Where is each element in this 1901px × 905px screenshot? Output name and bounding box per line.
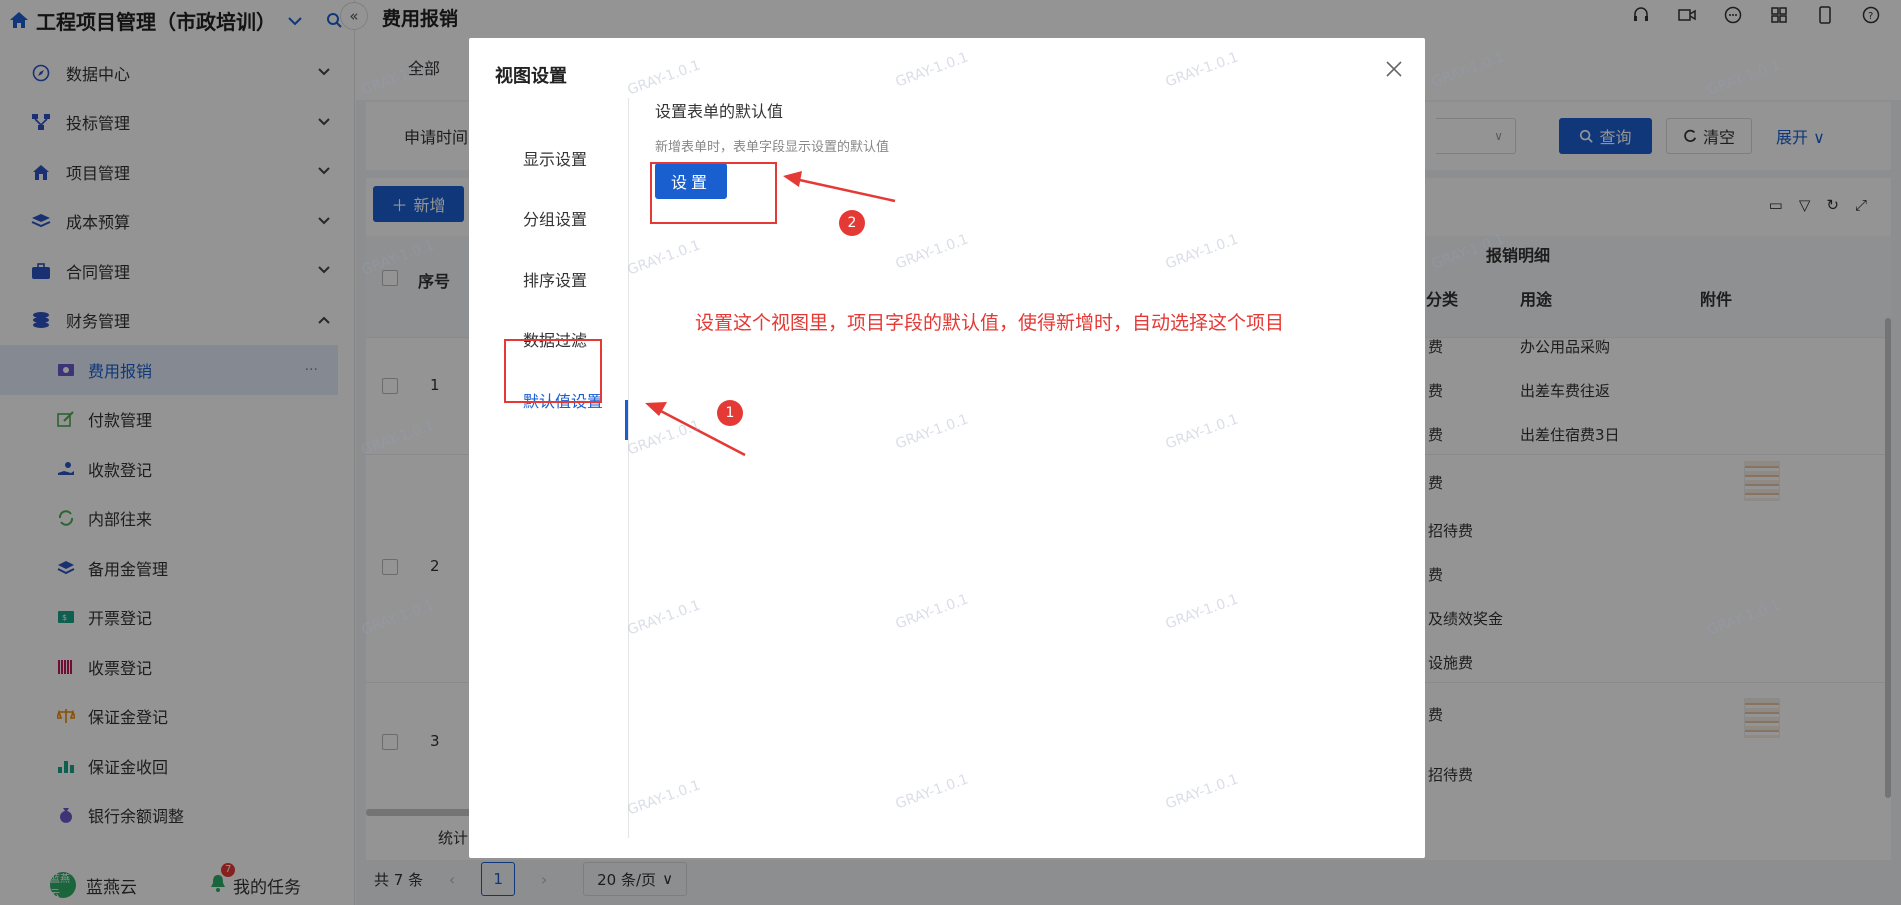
annotation-note: 设置这个视图里，项目字段的默认值，使得新增时，自动选择这个项目 [695,312,1285,334]
settings-nav: 显示设置 分组设置 排序设置 数据过滤 默认值设置 [469,98,629,838]
marker-2: 2 [839,210,865,236]
section-description: 新增表单时，表单字段显示设置的默认值 [655,140,890,155]
close-icon[interactable] [1383,58,1405,80]
nav-group-settings[interactable]: 分组设置 [523,206,587,230]
section-title: 设置表单的默认值 [655,102,784,121]
view-settings-dialog: 视图设置 显示设置 分组设置 排序设置 数据过滤 默认值设置 设置表单的默认值 … [469,38,1425,858]
highlight-box [504,339,602,403]
nav-sort-settings[interactable]: 排序设置 [523,267,587,291]
active-nav-indicator [625,400,628,440]
highlight-box [650,162,777,224]
nav-display-settings[interactable]: 显示设置 [523,146,587,170]
marker-1: 1 [717,400,743,426]
dialog-title: 视图设置 [495,66,567,87]
